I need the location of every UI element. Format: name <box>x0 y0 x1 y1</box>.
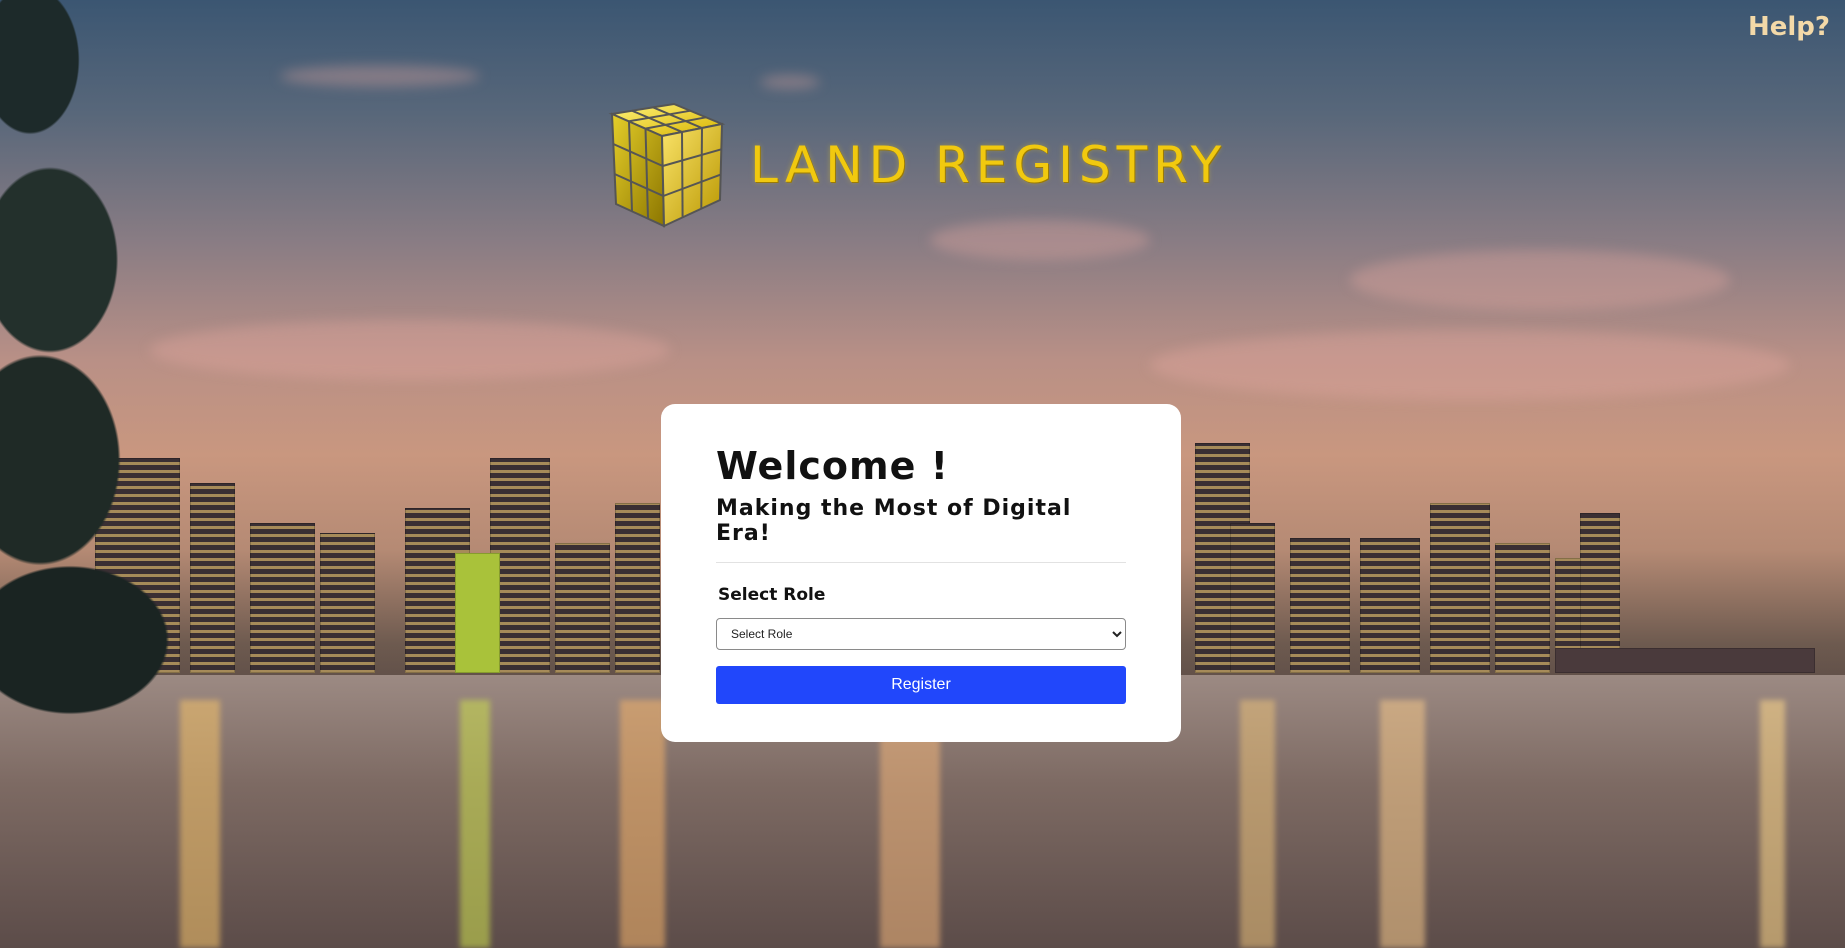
water-reflection <box>1760 700 1785 948</box>
skyline-building <box>1495 543 1550 673</box>
logo-title: LAND REGISTRY <box>750 136 1228 194</box>
card-divider <box>716 562 1126 563</box>
background-cloud <box>280 65 480 87</box>
role-label: Select Role <box>718 585 826 605</box>
skyline-building <box>250 523 315 673</box>
tree-silhouette <box>0 0 190 720</box>
water-reflection <box>1380 700 1425 948</box>
water-reflection <box>180 700 220 948</box>
skyline-building <box>1230 523 1275 673</box>
skyline-building <box>1555 648 1815 673</box>
registration-card: Welcome ! Making the Most of Digital Era… <box>661 404 1181 742</box>
background-cloud <box>1150 330 1790 400</box>
skyline-building <box>1360 538 1420 673</box>
water-reflection <box>460 700 490 948</box>
register-button[interactable]: Register <box>716 666 1126 704</box>
background-cloud <box>1350 250 1730 310</box>
skyline-building <box>455 553 500 673</box>
background-cloud <box>150 320 670 380</box>
background-cloud <box>760 75 820 89</box>
role-select[interactable]: Select Role <box>716 618 1126 650</box>
help-link[interactable]: Help? <box>1748 12 1830 42</box>
welcome-subheading: Making the Most of Digital Era! <box>716 496 1072 546</box>
welcome-heading: Welcome ! <box>716 444 949 488</box>
skyline-building <box>555 543 610 673</box>
background-scene: Help? LAND REGISTRY Welcome ! Making the… <box>0 0 1845 948</box>
skyline-building <box>190 483 235 673</box>
skyline-building <box>1430 503 1490 673</box>
skyline-building <box>320 533 375 673</box>
water-reflection <box>1240 700 1275 948</box>
skyline-building <box>1290 538 1350 673</box>
skyline-building <box>615 503 660 673</box>
cube-logo-icon <box>608 102 726 228</box>
logo: LAND REGISTRY <box>604 100 1227 230</box>
water-reflection <box>620 700 665 948</box>
